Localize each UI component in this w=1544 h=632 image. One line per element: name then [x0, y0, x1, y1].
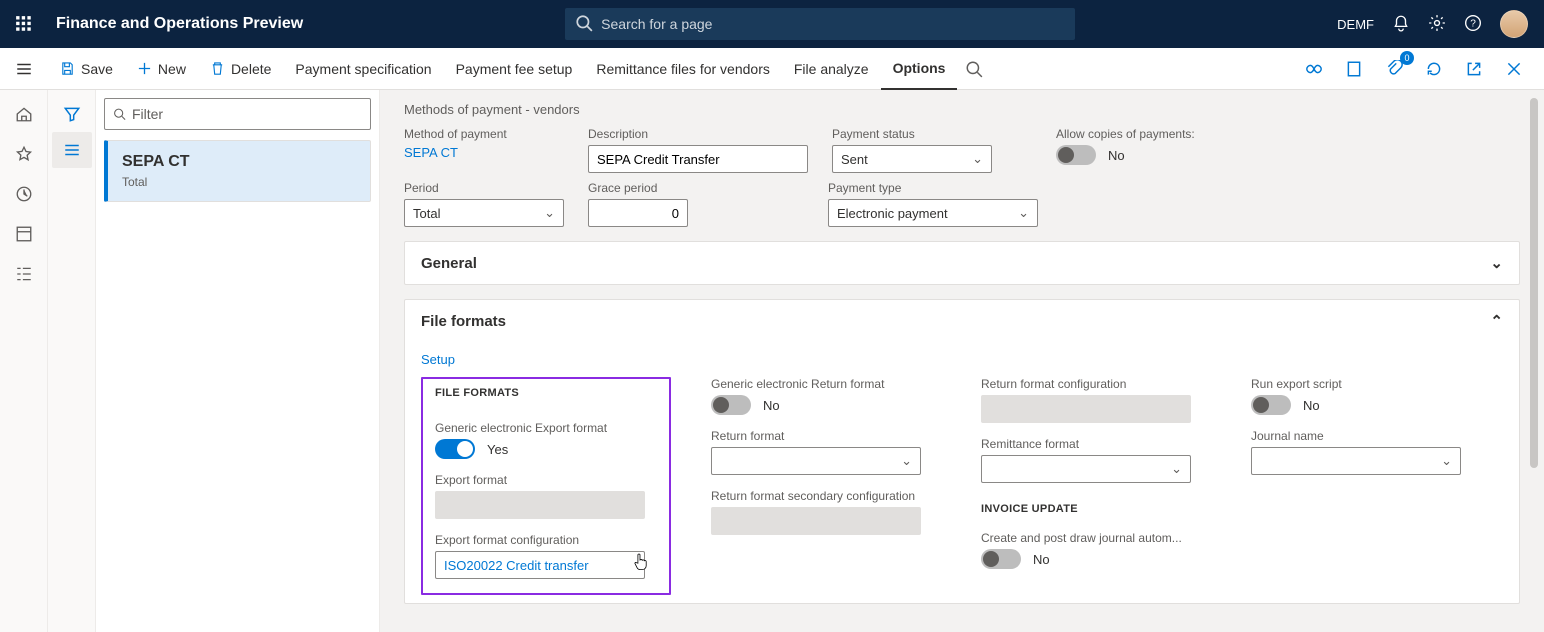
payment-fee-setup-button[interactable]: Payment fee setup — [444, 48, 585, 90]
waffle-icon[interactable] — [0, 0, 48, 48]
help-icon[interactable]: ? — [1464, 14, 1482, 35]
payment-status-select[interactable]: Sent ⌄ — [832, 145, 992, 173]
journal-name-select[interactable]: ⌄ — [1251, 447, 1461, 475]
generic-return-label: Generic electronic Return format — [711, 377, 941, 391]
scrollbar[interactable] — [1528, 90, 1540, 632]
new-button[interactable]: New — [125, 48, 198, 90]
grace-period-label: Grace period — [588, 181, 688, 195]
allow-copies-label: Allow copies of payments: — [1056, 127, 1195, 141]
grace-period-input[interactable] — [588, 199, 688, 227]
popout-icon[interactable] — [1460, 55, 1488, 83]
return-format-config-label: Return format configuration — [981, 377, 1211, 391]
save-button[interactable]: Save — [48, 48, 125, 90]
list-item-subtitle: Total — [122, 175, 356, 189]
fasttab-file-formats: File formats ⌃ Setup FILE FORMATS Generi… — [404, 299, 1520, 604]
chevron-down-icon: ⌄ — [972, 151, 983, 167]
run-export-toggle[interactable]: No — [1251, 395, 1481, 415]
fasttab-file-formats-header[interactable]: File formats ⌃ — [405, 300, 1519, 342]
create-post-draw-label: Create and post draw journal autom... — [981, 531, 1211, 545]
global-search[interactable] — [565, 8, 1075, 40]
infinity-icon[interactable] — [1300, 55, 1328, 83]
payment-status-label: Payment status — [832, 127, 992, 141]
file-formats-highlight: FILE FORMATS Generic electronic Export f… — [421, 377, 671, 595]
return-format-select[interactable]: ⌄ — [711, 447, 921, 475]
close-icon[interactable] — [1500, 55, 1528, 83]
main-content: Methods of payment - vendors Method of p… — [380, 90, 1544, 632]
period-select[interactable]: Total ⌄ — [404, 199, 564, 227]
setup-link[interactable]: Setup — [421, 352, 455, 367]
home-icon[interactable] — [2, 96, 46, 132]
gear-icon[interactable] — [1428, 14, 1446, 35]
method-of-payment-label: Method of payment — [404, 127, 564, 141]
nav-toggle-icon[interactable] — [0, 48, 48, 90]
modules-icon[interactable] — [2, 256, 46, 292]
return-format-label: Return format — [711, 429, 941, 443]
file-analyze-button[interactable]: File analyze — [782, 48, 881, 90]
method-of-payment-value[interactable]: SEPA CT — [404, 145, 564, 160]
avatar[interactable] — [1500, 10, 1528, 38]
filter-input[interactable] — [132, 106, 362, 122]
bell-icon[interactable] — [1392, 14, 1410, 35]
filter-icon[interactable] — [52, 96, 92, 132]
generic-return-toggle[interactable]: No — [711, 395, 941, 415]
payment-specification-button[interactable]: Payment specification — [283, 48, 443, 90]
export-format-input — [435, 491, 645, 519]
action-bar: Save New Delete Payment specification Pa… — [0, 48, 1544, 90]
chevron-down-icon: ⌄ — [544, 205, 555, 221]
app-title: Finance and Operations Preview — [56, 15, 303, 33]
payment-type-label: Payment type — [828, 181, 1038, 195]
return-format-config-input — [981, 395, 1191, 423]
return-format-secondary-input — [711, 507, 921, 535]
recent-icon[interactable] — [2, 176, 46, 212]
chevron-down-icon: ⌄ — [1490, 254, 1503, 272]
invoice-update-section-title: INVOICE UPDATE — [981, 503, 1211, 515]
remittance-files-button[interactable]: Remittance files for vendors — [584, 48, 782, 90]
file-formats-section-title: FILE FORMATS — [435, 387, 657, 399]
filter-input-wrap[interactable] — [104, 98, 371, 130]
period-label: Period — [404, 181, 564, 195]
description-label: Description — [588, 127, 808, 141]
fasttab-general: General ⌄ — [404, 241, 1520, 285]
refresh-icon[interactable] — [1420, 55, 1448, 83]
chevron-down-icon: ⌄ — [1018, 205, 1029, 221]
attachments-icon[interactable] — [1380, 55, 1408, 83]
journal-name-label: Journal name — [1251, 429, 1481, 443]
list-rail — [48, 90, 96, 632]
list-item[interactable]: SEPA CT Total — [104, 140, 371, 202]
remittance-format-label: Remittance format — [981, 437, 1211, 451]
list-item-title: SEPA CT — [122, 153, 356, 171]
actionbar-search-icon[interactable] — [957, 48, 991, 90]
remittance-format-select[interactable]: ⌄ — [981, 455, 1191, 483]
delete-button[interactable]: Delete — [198, 48, 283, 90]
chevron-up-icon: ⌃ — [1490, 312, 1503, 330]
top-bar: Finance and Operations Preview DEMF ? — [0, 0, 1544, 48]
search-icon — [575, 14, 593, 35]
return-format-secondary-label: Return format secondary configuration — [711, 489, 941, 503]
run-export-label: Run export script — [1251, 377, 1481, 391]
fasttab-general-header[interactable]: General ⌄ — [405, 242, 1519, 284]
company-code[interactable]: DEMF — [1337, 17, 1374, 32]
export-format-label: Export format — [435, 473, 657, 487]
create-post-draw-toggle[interactable]: No — [981, 549, 1211, 569]
nav-list: SEPA CT Total — [96, 90, 380, 632]
chevron-down-icon: ⌄ — [1171, 461, 1182, 477]
svg-text:?: ? — [1470, 18, 1476, 29]
chevron-down-icon: ⌄ — [901, 453, 912, 469]
description-input[interactable] — [588, 145, 808, 173]
list-lines-icon[interactable] — [52, 132, 92, 168]
chevron-down-icon: ⌄ — [1441, 453, 1452, 469]
options-button[interactable]: Options — [881, 48, 958, 90]
workspaces-icon[interactable] — [2, 216, 46, 252]
export-format-config-input[interactable]: ISO20022 Credit transfer — [435, 551, 645, 579]
payment-type-select[interactable]: Electronic payment ⌄ — [828, 199, 1038, 227]
star-icon[interactable] — [2, 136, 46, 172]
left-rail — [0, 90, 48, 632]
generic-export-toggle[interactable]: Yes — [435, 439, 657, 459]
page-heading: Methods of payment - vendors — [404, 102, 1520, 117]
generic-export-label: Generic electronic Export format — [435, 421, 657, 435]
search-input[interactable] — [601, 16, 1065, 32]
allow-copies-toggle[interactable]: No — [1056, 145, 1195, 165]
page-icon[interactable] — [1340, 55, 1368, 83]
export-format-config-label: Export format configuration — [435, 533, 657, 547]
